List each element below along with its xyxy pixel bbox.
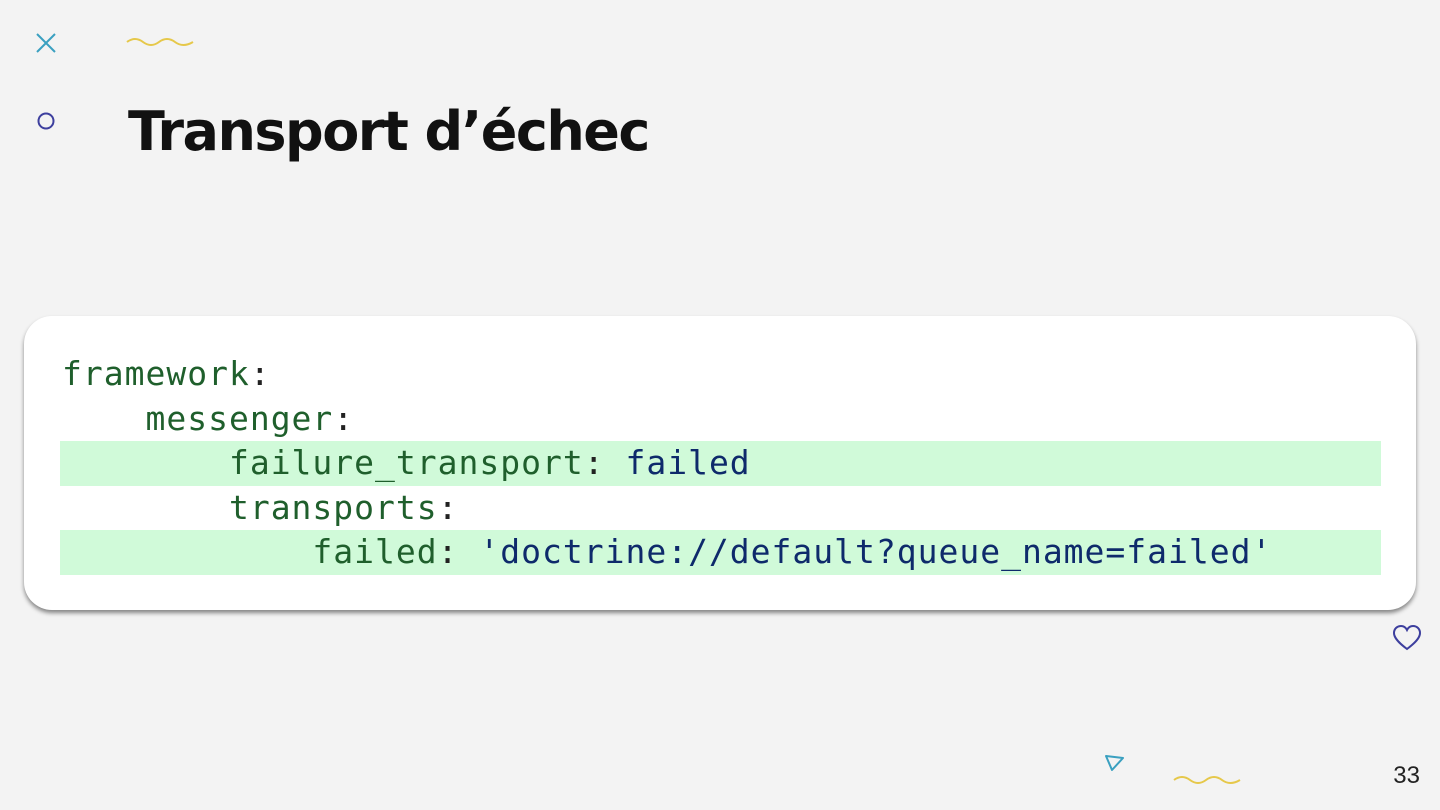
yaml-key: transports [228,487,438,527]
code-line-highlighted: failed: 'doctrine://default?queue_name=f… [60,530,1381,575]
heart-icon [1392,624,1422,651]
squiggle-icon [126,38,194,46]
yaml-separator: : [333,398,355,438]
yaml-key: framework [62,354,250,393]
triangle-icon [1105,755,1124,771]
code-line-highlighted: failure_transport: failed [60,441,1381,486]
yaml-separator: : [437,532,480,571]
yaml-separator: : [437,487,459,527]
yaml-key: failure_transport [228,443,584,482]
yaml-value: failed [625,443,751,482]
yaml-separator: : [249,354,271,393]
squiggle-icon [1173,776,1241,784]
code-line: transports: [60,486,1381,531]
yaml-key: messenger [145,398,334,438]
slide-title: Transport d’échec [128,100,650,163]
yaml-value: 'doctrine://default?queue_name=failed' [479,532,1273,571]
page-number: 33 [1393,762,1420,789]
yaml-separator: : [583,443,626,482]
circle-icon [37,112,55,130]
code-content: framework: messenger: failure_transport:… [60,352,1381,575]
cross-icon [36,33,56,53]
code-block: framework: messenger: failure_transport:… [24,316,1416,610]
code-line: messenger: [60,397,1381,442]
yaml-key: failed [312,532,438,571]
code-line: framework: [60,352,1381,397]
